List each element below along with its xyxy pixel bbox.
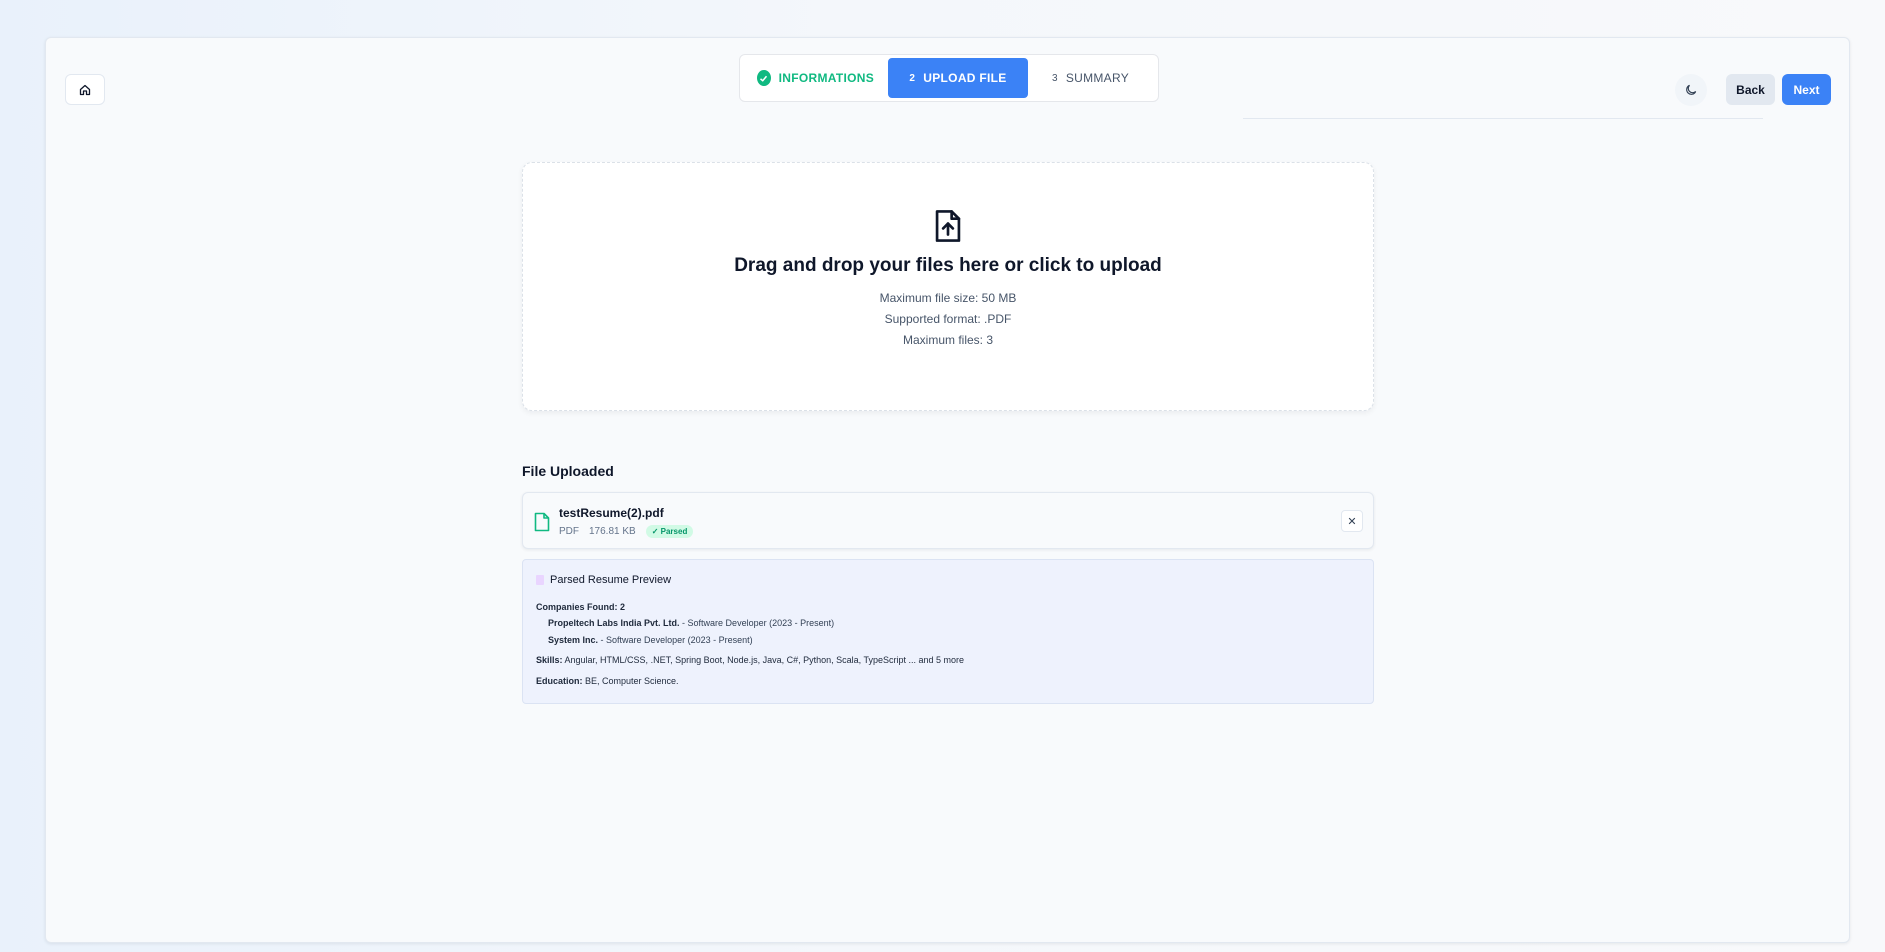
step-informations[interactable]: INFORMATIONS <box>743 58 888 98</box>
company-role: - Software Developer (2023 - Present) <box>600 635 753 645</box>
step-label: SUMMARY <box>1065 71 1130 85</box>
skills-line: Skills: Angular, HTML/CSS, .NET, Spring … <box>536 655 964 665</box>
remove-file-button[interactable]: ✕ <box>1341 510 1363 532</box>
document-icon <box>536 575 544 585</box>
check-circle-icon <box>757 70 771 86</box>
step-number: 3 <box>1051 72 1058 84</box>
moon-icon <box>1686 84 1697 95</box>
company-name: System Inc. <box>548 635 599 645</box>
file-type: PDF <box>559 526 579 537</box>
file-icon <box>534 512 550 532</box>
uploaded-section-title: File Uploaded <box>522 463 614 479</box>
parsed-resume-preview: Parsed Resume Preview Companies Found: 2… <box>522 559 1374 704</box>
close-icon: ✕ <box>1347 515 1357 528</box>
education-line: Education: BE, Computer Science. <box>536 676 679 686</box>
parsed-badge: ✓ Parsed <box>645 525 694 538</box>
step-label: UPLOAD FILE <box>923 71 1007 85</box>
uploaded-file-card: testResume(2).pdf PDF 176.81 KB ✓ Parsed… <box>522 492 1374 549</box>
back-button[interactable]: Back <box>1726 74 1775 105</box>
home-icon <box>79 84 91 95</box>
max-files: Maximum files: 3 <box>902 333 994 347</box>
step-summary[interactable]: 3 SUMMARY <box>1028 58 1153 98</box>
file-name: testResume(2).pdf <box>559 506 664 520</box>
company-item: Propeltech Labs India Pvt. Ltd. - Softwa… <box>548 618 834 628</box>
app-frame: INFORMATIONS 2 UPLOAD FILE 3 SUMMARY Bac… <box>45 37 1850 943</box>
divider <box>1243 118 1763 119</box>
file-meta: PDF 176.81 KB ✓ Parsed <box>559 525 694 538</box>
file-size: 176.81 KB <box>589 526 636 537</box>
preview-title: Parsed Resume Preview <box>536 574 671 586</box>
education-value: BE, Computer Science. <box>585 676 679 686</box>
company-name: Propeltech Labs India Pvt. Ltd. <box>548 618 680 628</box>
companies-found: Companies Found: 2 <box>536 602 626 612</box>
file-upload-icon <box>935 210 961 242</box>
preview-title-text: Parsed Resume Preview <box>550 574 672 586</box>
step-label: INFORMATIONS <box>778 71 874 85</box>
company-role: - Software Developer (2023 - Present) <box>682 618 835 628</box>
home-button[interactable] <box>65 74 105 105</box>
skills-label: Skills: <box>536 655 563 665</box>
next-button[interactable]: Next <box>1782 74 1831 105</box>
theme-toggle-button[interactable] <box>1675 74 1707 106</box>
stepper: INFORMATIONS 2 UPLOAD FILE 3 SUMMARY <box>739 54 1159 102</box>
supported-format: Supported format: .PDF <box>884 312 1012 326</box>
company-item: System Inc. - Software Developer (2023 -… <box>548 635 753 645</box>
step-number: 2 <box>909 72 916 84</box>
step-upload-file[interactable]: 2 UPLOAD FILE <box>888 58 1028 98</box>
max-file-size: Maximum file size: 50 MB <box>879 291 1017 305</box>
education-label: Education: <box>536 676 583 686</box>
file-dropzone[interactable]: Drag and drop your files here or click t… <box>522 162 1374 411</box>
skills-value: Angular, HTML/CSS, .NET, Spring Boot, No… <box>564 655 965 665</box>
dropzone-title: Drag and drop your files here or click t… <box>734 255 1162 276</box>
